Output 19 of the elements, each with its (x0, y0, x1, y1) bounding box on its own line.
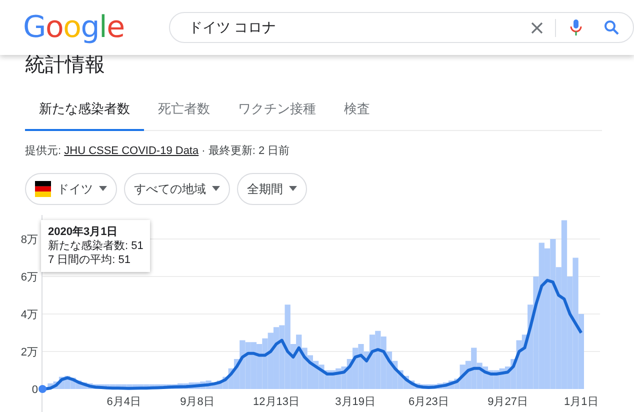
y-axis-label: 6万 (20, 272, 38, 284)
y-axis-label: 4万 (20, 309, 38, 321)
section-title: 統計情報 (25, 54, 106, 78)
x-axis-label: 3月19日 (335, 396, 376, 408)
x-axis-label: 6月4日 (106, 396, 141, 408)
x-axis-label: 6月23日 (408, 396, 449, 408)
x-axis-label: 9月27日 (488, 396, 528, 408)
y-axis-label: 8万 (20, 234, 38, 246)
logo: Google (23, 12, 124, 42)
search-query: ドイツ コロナ (188, 18, 278, 37)
x-axis-label: 1月1日 (564, 396, 598, 408)
y-axis-label: 2万 (20, 346, 38, 358)
x-axis-label: 12月13日 (253, 396, 300, 408)
y-axis-label: 0 (32, 384, 38, 396)
tooltip-line: 新たな感染者数: 51 (48, 239, 144, 253)
source-text: 提供元: JHU CSSE COVID-19 Data · 最終更新: 2 日前 (25, 144, 291, 159)
tooltip-line: 7 日間の平均: 51 (48, 253, 132, 267)
tooltip-date: 2020年3月1日 (48, 225, 119, 239)
x-axis-label: 9月8日 (180, 396, 214, 408)
